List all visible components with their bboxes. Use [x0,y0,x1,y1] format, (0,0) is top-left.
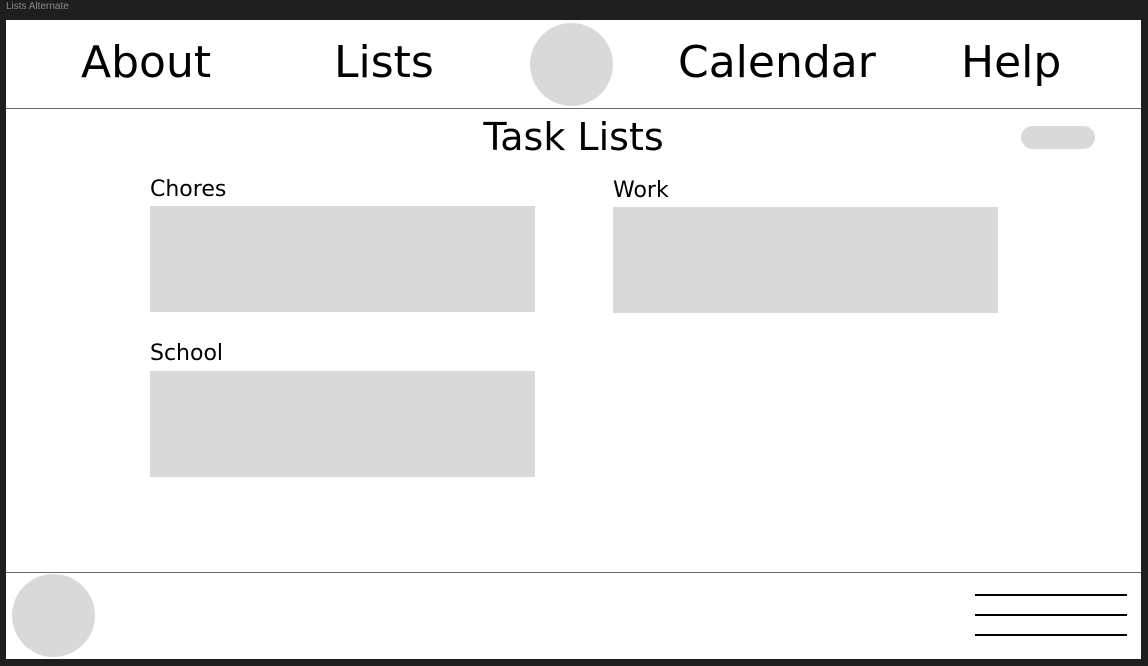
nav-lists-link[interactable]: Lists [334,38,434,88]
nav-help-link[interactable]: Help [961,38,1061,88]
add-list-button[interactable] [1021,126,1095,149]
page-title: Task Lists [483,115,664,159]
list-card-chores[interactable] [150,206,535,312]
logo-icon[interactable] [530,23,613,106]
menu-line [975,614,1127,616]
list-label-school: School [150,341,224,366]
menu-line [975,634,1127,636]
frame-title: Lists Alternate [6,1,69,12]
list-label-chores: Chores [150,177,227,202]
app-frame: About Lists Calendar Help Task Lists Cho… [6,20,1141,659]
list-label-work: Work [613,178,669,203]
list-card-work[interactable] [613,207,998,313]
list-card-school[interactable] [150,371,535,477]
nav-about-link[interactable]: About [81,38,211,88]
top-nav: About Lists Calendar Help [6,20,1141,109]
nav-calendar-link[interactable]: Calendar [678,38,876,88]
menu-line [975,594,1127,596]
avatar[interactable] [12,574,95,657]
hamburger-menu-icon[interactable] [975,594,1127,638]
footer-bar [6,572,1141,659]
